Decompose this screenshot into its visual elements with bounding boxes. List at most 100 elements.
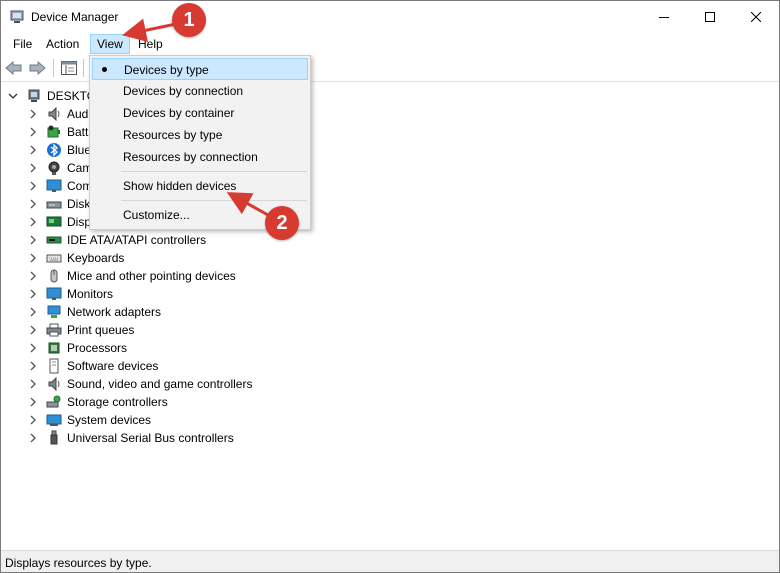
chevron-right-icon[interactable] bbox=[28, 199, 38, 209]
toolbar-separator bbox=[53, 59, 54, 77]
forward-arrow-icon bbox=[29, 61, 46, 75]
chevron-right-icon[interactable] bbox=[28, 415, 38, 425]
keyboard-icon bbox=[46, 250, 62, 266]
maximize-icon bbox=[705, 11, 715, 22]
chevron-right-icon[interactable] bbox=[28, 235, 38, 245]
menu-separator bbox=[121, 171, 307, 172]
chevron-right-icon[interactable] bbox=[28, 397, 38, 407]
back-button[interactable] bbox=[4, 59, 24, 77]
chevron-right-icon[interactable] bbox=[28, 289, 38, 299]
chevron-right-icon[interactable] bbox=[28, 253, 38, 263]
tree-item[interactable]: Storage controllers bbox=[28, 393, 168, 411]
tree-item[interactable]: Disp bbox=[28, 213, 91, 231]
menu-resources-by-connection[interactable]: Resources by connection bbox=[92, 146, 308, 168]
bluetooth-icon bbox=[46, 142, 62, 158]
tree-item[interactable]: Cam bbox=[28, 159, 92, 177]
tree-item[interactable]: Mice and other pointing devices bbox=[28, 267, 236, 285]
monitor-icon bbox=[46, 286, 62, 302]
tree-item[interactable]: Batt bbox=[28, 123, 88, 141]
step-2-badge: 2 bbox=[265, 206, 299, 240]
tree-item-label: Sound, video and game controllers bbox=[67, 377, 253, 391]
menu-action[interactable]: Action bbox=[39, 34, 86, 54]
tree-item[interactable]: Universal Serial Bus controllers bbox=[28, 429, 234, 447]
menu-item-label: Resources by connection bbox=[123, 150, 258, 164]
chevron-right-icon[interactable] bbox=[28, 181, 38, 191]
menu-show-hidden-devices[interactable]: Show hidden devices bbox=[92, 175, 308, 197]
tree-item[interactable]: Monitors bbox=[28, 285, 113, 303]
chevron-right-icon[interactable] bbox=[28, 433, 38, 443]
tree-item[interactable]: Software devices bbox=[28, 357, 158, 375]
radio-bullet-icon bbox=[102, 67, 107, 72]
menu-view[interactable]: View bbox=[90, 34, 130, 54]
tree-item-label: Disp bbox=[67, 215, 92, 229]
tree-item-label: Blue bbox=[67, 143, 92, 157]
menu-devices-by-type[interactable]: Devices by type bbox=[92, 58, 308, 80]
menu-file[interactable]: File bbox=[6, 34, 39, 54]
chevron-right-icon[interactable] bbox=[28, 343, 38, 353]
chevron-right-icon[interactable] bbox=[28, 307, 38, 317]
computer-icon bbox=[26, 88, 42, 104]
menu-item-label: Resources by type bbox=[123, 128, 223, 142]
close-icon bbox=[751, 11, 761, 22]
tree-item[interactable]: Disk bbox=[28, 195, 90, 213]
display-adapter-icon bbox=[46, 214, 62, 230]
mouse-icon bbox=[46, 268, 62, 284]
disk-drive-icon bbox=[46, 196, 62, 212]
tree-item-label: Mice and other pointing devices bbox=[67, 269, 236, 283]
tree-item[interactable]: Sound, video and game controllers bbox=[28, 375, 252, 393]
speaker-icon bbox=[46, 106, 62, 122]
chevron-right-icon[interactable] bbox=[28, 361, 38, 371]
tree-item[interactable]: Keyboards bbox=[28, 249, 124, 267]
storage-controller-icon bbox=[46, 394, 62, 410]
tree-item-label: Network adapters bbox=[67, 305, 162, 319]
chevron-down-icon[interactable] bbox=[8, 91, 18, 101]
menu-item-label: Customize... bbox=[123, 208, 190, 222]
tree-item[interactable]: Blue bbox=[28, 141, 91, 159]
minimize-icon bbox=[659, 16, 669, 18]
tree-item[interactable]: Com bbox=[28, 177, 92, 195]
forward-button[interactable] bbox=[27, 59, 47, 77]
tree-root[interactable]: DESKTO bbox=[8, 87, 96, 105]
menu-resources-by-type[interactable]: Resources by type bbox=[92, 124, 308, 146]
chevron-right-icon[interactable] bbox=[28, 127, 38, 137]
menu-item-label: Devices by container bbox=[123, 106, 235, 120]
maximize-button[interactable] bbox=[687, 1, 733, 32]
menu-devices-by-container[interactable]: Devices by container bbox=[92, 102, 308, 124]
show-hide-console-tree-button[interactable] bbox=[59, 59, 79, 77]
menu-item-label: Show hidden devices bbox=[123, 179, 237, 193]
printer-icon bbox=[46, 322, 62, 338]
chevron-right-icon[interactable] bbox=[28, 163, 38, 173]
tree-item-label: Storage controllers bbox=[67, 395, 168, 409]
tree-item-label: System devices bbox=[67, 413, 152, 427]
tree-item-label: Universal Serial Bus controllers bbox=[67, 431, 234, 445]
close-button[interactable] bbox=[733, 1, 779, 32]
chevron-right-icon[interactable] bbox=[28, 379, 38, 389]
menu-item-label: Devices by type bbox=[124, 63, 209, 77]
tree-item[interactable]: Print queues bbox=[28, 321, 134, 339]
chevron-right-icon[interactable] bbox=[28, 325, 38, 335]
chevron-right-icon[interactable] bbox=[28, 109, 38, 119]
title-bar[interactable]: Device Manager bbox=[1, 1, 779, 32]
tree-item-label: Batt bbox=[67, 125, 89, 139]
tree-item[interactable]: System devices bbox=[28, 411, 151, 429]
software-device-icon bbox=[46, 358, 62, 374]
tree-item[interactable]: Network adapters bbox=[28, 303, 161, 321]
chevron-right-icon[interactable] bbox=[28, 271, 38, 281]
tree-item[interactable]: Aud bbox=[28, 105, 88, 123]
chevron-right-icon[interactable] bbox=[28, 217, 38, 227]
tree-item[interactable]: IDE ATA/ATAPI controllers bbox=[28, 231, 206, 249]
view-menu-dropdown: Devices by type Devices by connection De… bbox=[89, 55, 311, 230]
ide-controller-icon bbox=[46, 232, 62, 248]
battery-icon bbox=[46, 124, 62, 140]
minimize-button[interactable] bbox=[641, 1, 687, 32]
console-tree-icon bbox=[61, 61, 77, 75]
menu-help[interactable]: Help bbox=[131, 34, 170, 54]
menu-item-label: Devices by connection bbox=[123, 84, 244, 98]
toolbar-separator bbox=[83, 59, 84, 77]
menu-bar: File Action View Help bbox=[1, 32, 779, 54]
status-bar: Displays resources by type. bbox=[1, 550, 779, 572]
menu-devices-by-connection[interactable]: Devices by connection bbox=[92, 80, 308, 102]
tree-item[interactable]: Processors bbox=[28, 339, 127, 357]
system-device-icon bbox=[46, 412, 62, 428]
chevron-right-icon[interactable] bbox=[28, 145, 38, 155]
